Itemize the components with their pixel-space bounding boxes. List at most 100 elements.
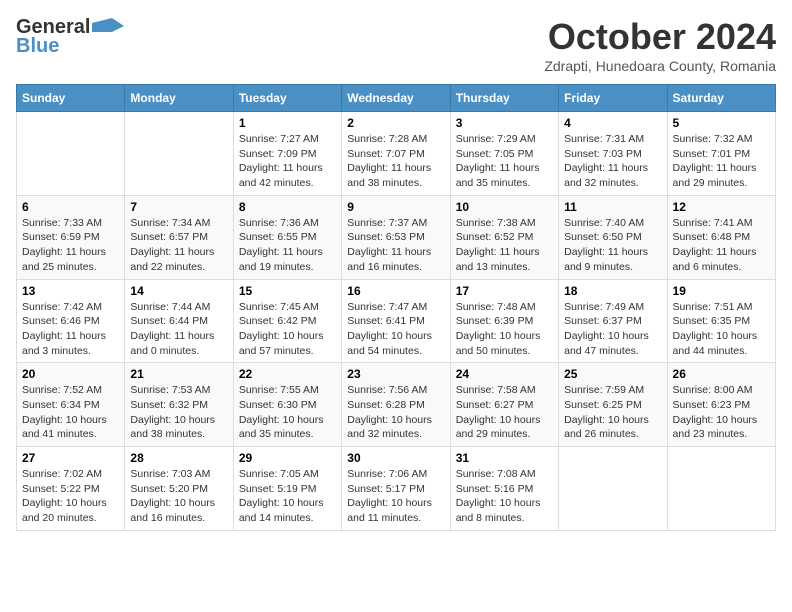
- day-number: 24: [456, 367, 553, 381]
- day-cell: 10 Sunrise: 7:38 AM Sunset: 6:52 PM Dayli…: [450, 195, 558, 279]
- day-number: 5: [673, 116, 770, 130]
- day-info: Sunrise: 7:42 AM Sunset: 6:46 PM Dayligh…: [22, 300, 119, 359]
- calendar-body: 1Sunrise: 7:27 AM Sunset: 7:09 PM Daylig…: [17, 112, 776, 531]
- day-info: Sunrise: 7:27 AM Sunset: 7:09 PM Dayligh…: [239, 132, 336, 191]
- day-cell: 20 Sunrise: 7:52 AM Sunset: 6:34 PM Dayli…: [17, 363, 125, 447]
- weekday-tuesday: Tuesday: [233, 85, 341, 112]
- day-cell: 18 Sunrise: 7:49 AM Sunset: 6:37 PM Dayli…: [559, 279, 667, 363]
- day-cell: 5Sunrise: 7:32 AM Sunset: 7:01 PM Daylig…: [667, 112, 775, 196]
- day-number: 21: [130, 367, 227, 381]
- day-number: 7: [130, 200, 227, 214]
- weekday-friday: Friday: [559, 85, 667, 112]
- day-cell: 9 Sunrise: 7:37 AM Sunset: 6:53 PM Daylig…: [342, 195, 450, 279]
- day-cell: 7 Sunrise: 7:34 AM Sunset: 6:57 PM Daylig…: [125, 195, 233, 279]
- day-info: Sunrise: 7:02 AM Sunset: 5:22 PM Dayligh…: [22, 467, 119, 526]
- day-number: 2: [347, 116, 444, 130]
- day-cell: 24 Sunrise: 7:58 AM Sunset: 6:27 PM Dayli…: [450, 363, 558, 447]
- day-cell: 29 Sunrise: 7:05 AM Sunset: 5:19 PM Dayli…: [233, 447, 341, 531]
- location: Zdrapti, Hunedoara County, Romania: [544, 58, 776, 74]
- day-number: 4: [564, 116, 661, 130]
- page-header: General Blue October 2024 Zdrapti, Huned…: [16, 16, 776, 74]
- day-number: 28: [130, 451, 227, 465]
- day-info: Sunrise: 7:53 AM Sunset: 6:32 PM Dayligh…: [130, 383, 227, 442]
- week-row-5: 27 Sunrise: 7:02 AM Sunset: 5:22 PM Dayli…: [17, 447, 776, 531]
- day-number: 19: [673, 284, 770, 298]
- day-cell: 27 Sunrise: 7:02 AM Sunset: 5:22 PM Dayli…: [17, 447, 125, 531]
- week-row-3: 13 Sunrise: 7:42 AM Sunset: 6:46 PM Dayli…: [17, 279, 776, 363]
- day-info: Sunrise: 7:52 AM Sunset: 6:34 PM Dayligh…: [22, 383, 119, 442]
- day-number: 20: [22, 367, 119, 381]
- day-number: 30: [347, 451, 444, 465]
- day-info: Sunrise: 8:00 AM Sunset: 6:23 PM Dayligh…: [673, 383, 770, 442]
- day-info: Sunrise: 7:59 AM Sunset: 6:25 PM Dayligh…: [564, 383, 661, 442]
- day-number: 25: [564, 367, 661, 381]
- day-cell: 28Sunrise: 7:03 AM Sunset: 5:20 PM Dayli…: [125, 447, 233, 531]
- day-cell: [125, 112, 233, 196]
- weekday-saturday: Saturday: [667, 85, 775, 112]
- day-info: Sunrise: 7:38 AM Sunset: 6:52 PM Dayligh…: [456, 216, 553, 275]
- day-cell: 23Sunrise: 7:56 AM Sunset: 6:28 PM Dayli…: [342, 363, 450, 447]
- day-cell: 17 Sunrise: 7:48 AM Sunset: 6:39 PM Dayli…: [450, 279, 558, 363]
- day-info: Sunrise: 7:34 AM Sunset: 6:57 PM Dayligh…: [130, 216, 227, 275]
- day-cell: 2Sunrise: 7:28 AM Sunset: 7:07 PM Daylig…: [342, 112, 450, 196]
- day-cell: [559, 447, 667, 531]
- day-number: 13: [22, 284, 119, 298]
- day-cell: 8 Sunrise: 7:36 AM Sunset: 6:55 PM Daylig…: [233, 195, 341, 279]
- day-info: Sunrise: 7:58 AM Sunset: 6:27 PM Dayligh…: [456, 383, 553, 442]
- day-cell: 16Sunrise: 7:47 AM Sunset: 6:41 PM Dayli…: [342, 279, 450, 363]
- day-number: 18: [564, 284, 661, 298]
- day-info: Sunrise: 7:51 AM Sunset: 6:35 PM Dayligh…: [673, 300, 770, 359]
- day-number: 29: [239, 451, 336, 465]
- week-row-2: 6 Sunrise: 7:33 AM Sunset: 6:59 PM Daylig…: [17, 195, 776, 279]
- day-cell: [667, 447, 775, 531]
- weekday-wednesday: Wednesday: [342, 85, 450, 112]
- day-info: Sunrise: 7:08 AM Sunset: 5:16 PM Dayligh…: [456, 467, 553, 526]
- day-info: Sunrise: 7:49 AM Sunset: 6:37 PM Dayligh…: [564, 300, 661, 359]
- day-info: Sunrise: 7:44 AM Sunset: 6:44 PM Dayligh…: [130, 300, 227, 359]
- day-info: Sunrise: 7:45 AM Sunset: 6:42 PM Dayligh…: [239, 300, 336, 359]
- day-number: 22: [239, 367, 336, 381]
- day-number: 6: [22, 200, 119, 214]
- logo: General Blue: [16, 16, 124, 58]
- day-number: 14: [130, 284, 227, 298]
- day-info: Sunrise: 7:56 AM Sunset: 6:28 PM Dayligh…: [347, 383, 444, 442]
- day-number: 10: [456, 200, 553, 214]
- day-cell: 22 Sunrise: 7:55 AM Sunset: 6:30 PM Dayli…: [233, 363, 341, 447]
- day-cell: 3 Sunrise: 7:29 AM Sunset: 7:05 PM Daylig…: [450, 112, 558, 196]
- day-info: Sunrise: 7:41 AM Sunset: 6:48 PM Dayligh…: [673, 216, 770, 275]
- day-cell: 25 Sunrise: 7:59 AM Sunset: 6:25 PM Dayli…: [559, 363, 667, 447]
- day-info: Sunrise: 7:05 AM Sunset: 5:19 PM Dayligh…: [239, 467, 336, 526]
- day-info: Sunrise: 7:37 AM Sunset: 6:53 PM Dayligh…: [347, 216, 444, 275]
- day-cell: 21 Sunrise: 7:53 AM Sunset: 6:32 PM Dayli…: [125, 363, 233, 447]
- day-number: 17: [456, 284, 553, 298]
- day-info: Sunrise: 7:48 AM Sunset: 6:39 PM Dayligh…: [456, 300, 553, 359]
- day-number: 27: [22, 451, 119, 465]
- day-number: 26: [673, 367, 770, 381]
- day-cell: 13 Sunrise: 7:42 AM Sunset: 6:46 PM Dayli…: [17, 279, 125, 363]
- day-info: Sunrise: 7:55 AM Sunset: 6:30 PM Dayligh…: [239, 383, 336, 442]
- weekday-sunday: Sunday: [17, 85, 125, 112]
- day-cell: 1Sunrise: 7:27 AM Sunset: 7:09 PM Daylig…: [233, 112, 341, 196]
- week-row-4: 20 Sunrise: 7:52 AM Sunset: 6:34 PM Dayli…: [17, 363, 776, 447]
- day-number: 16: [347, 284, 444, 298]
- logo-bird-icon: [92, 18, 124, 38]
- day-number: 31: [456, 451, 553, 465]
- day-number: 3: [456, 116, 553, 130]
- day-number: 8: [239, 200, 336, 214]
- calendar-table: SundayMondayTuesdayWednesdayThursdayFrid…: [16, 84, 776, 531]
- day-cell: [17, 112, 125, 196]
- day-cell: 31 Sunrise: 7:08 AM Sunset: 5:16 PM Dayli…: [450, 447, 558, 531]
- title-block: October 2024 Zdrapti, Hunedoara County, …: [544, 16, 776, 74]
- day-number: 9: [347, 200, 444, 214]
- day-cell: 14 Sunrise: 7:44 AM Sunset: 6:44 PM Dayli…: [125, 279, 233, 363]
- day-cell: 15 Sunrise: 7:45 AM Sunset: 6:42 PM Dayli…: [233, 279, 341, 363]
- day-number: 15: [239, 284, 336, 298]
- month-title: October 2024: [544, 16, 776, 58]
- day-cell: 6 Sunrise: 7:33 AM Sunset: 6:59 PM Daylig…: [17, 195, 125, 279]
- day-number: 11: [564, 200, 661, 214]
- day-info: Sunrise: 7:29 AM Sunset: 7:05 PM Dayligh…: [456, 132, 553, 191]
- day-info: Sunrise: 7:33 AM Sunset: 6:59 PM Dayligh…: [22, 216, 119, 275]
- day-info: Sunrise: 7:36 AM Sunset: 6:55 PM Dayligh…: [239, 216, 336, 275]
- day-number: 12: [673, 200, 770, 214]
- day-cell: 26 Sunrise: 8:00 AM Sunset: 6:23 PM Dayli…: [667, 363, 775, 447]
